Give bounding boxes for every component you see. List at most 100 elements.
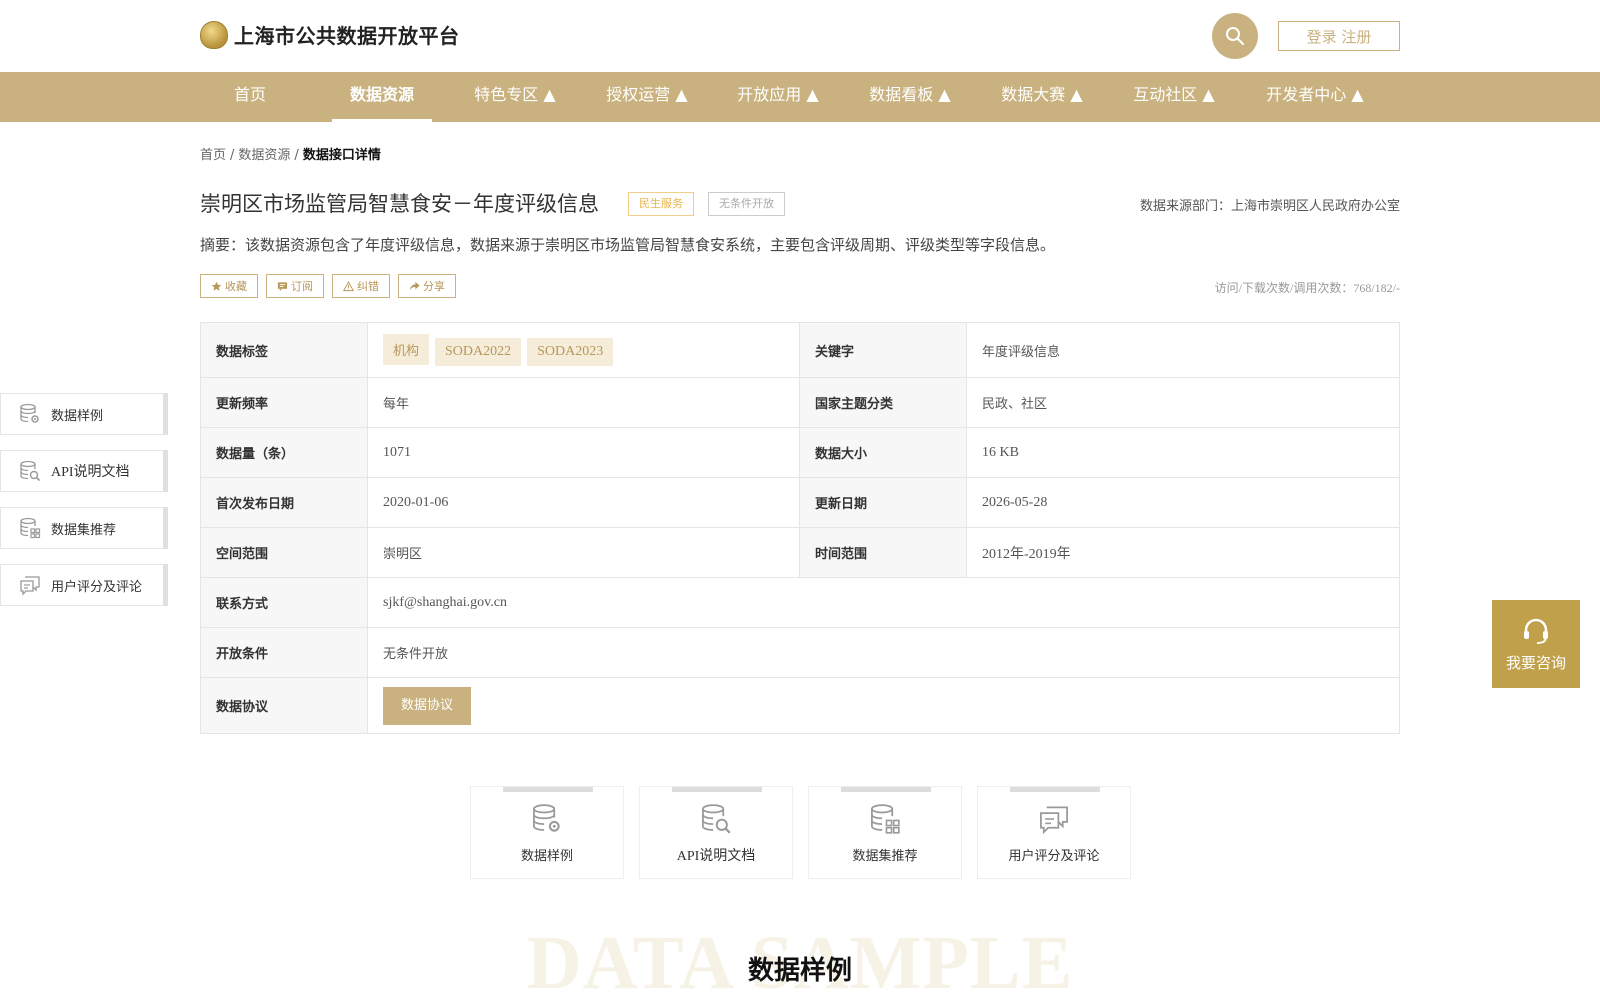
breadcrumb-separator: / — [230, 148, 235, 163]
nav-item-data-contest[interactable]: 数据大赛 ▲ — [992, 72, 1092, 122]
tag-chip[interactable]: SODA2022 — [435, 338, 522, 366]
share-label: 分享 — [423, 280, 445, 293]
nav-item-home[interactable]: 首页 — [222, 72, 278, 122]
agreement-button[interactable]: 数据协议 — [383, 686, 472, 725]
nav-item-community[interactable]: 互动社区 ▲ — [1124, 72, 1224, 122]
agreement-cell: 数据协议 — [367, 677, 1400, 734]
database-gear-icon — [533, 804, 560, 832]
keywords-value: 年度评级信息 — [966, 322, 1400, 378]
category-tag: 民生服务 — [628, 192, 694, 216]
share-button[interactable]: 分享 — [398, 274, 456, 298]
label-updated-date: 更新日期 — [799, 477, 967, 528]
table-row: 数据标签 机构 SODA2022 SODA2023 关键字 年度评级信息 — [200, 322, 1400, 378]
site-header: 上海市公共数据开放平台 登录 注册 — [0, 0, 1600, 72]
comments-icon — [20, 576, 40, 596]
database-grid-icon — [20, 517, 41, 539]
breadcrumb-current: 数据接口详情 — [302, 148, 381, 163]
favorite-button[interactable]: 收藏 — [200, 274, 258, 298]
nav-item-data-resources[interactable]: 数据资源 — [332, 72, 432, 122]
label-data-tags: 数据标签 — [200, 322, 368, 378]
summary-text: 摘要：该数据资源包含了年度评级信息，数据来源于崇明区市场监管局智慧食安系统，主要… — [200, 236, 1056, 254]
first-published-value: 2020-01-06 — [367, 477, 800, 528]
login-register-button[interactable]: 登录 注册 — [1278, 21, 1400, 51]
table-row: 首次发布日期 2020-01-06 更新日期 2026-05-28 — [200, 477, 1400, 528]
side-item-data-sample[interactable]: 数据样例 — [0, 393, 168, 435]
breadcrumb-resources[interactable]: 数据资源 — [238, 148, 290, 163]
label-time-range: 时间范围 — [799, 527, 967, 578]
headset-icon — [1524, 618, 1548, 644]
side-item-label: 数据样例 — [51, 408, 104, 424]
metadata-table: 数据标签 机构 SODA2022 SODA2023 关键字 年度评级信息 更新频率 … — [200, 322, 1400, 734]
database-grid-icon — [871, 804, 900, 834]
site-logo[interactable]: 上海市公共数据开放平台 — [200, 20, 460, 49]
report-error-button[interactable]: 纠错 — [332, 274, 390, 298]
nav-item-data-dashboard[interactable]: 数据看板 ▲ — [860, 72, 960, 122]
table-row: 数据协议 数据协议 — [200, 677, 1400, 734]
nav-item-developer-center[interactable]: 开发者中心 ▲ — [1256, 72, 1374, 122]
side-menu: 数据样例 API说明文档 数据集推荐 用户评分及评论 — [0, 393, 168, 621]
card-top-bar — [841, 787, 931, 792]
label-keywords: 关键字 — [799, 322, 967, 378]
open-condition-tag: 无条件开放 — [708, 192, 785, 216]
search-button[interactable] — [1212, 13, 1258, 59]
search-icon — [1226, 27, 1245, 46]
label-spatial-range: 空间范围 — [200, 527, 368, 578]
side-item-label: API说明文档 — [51, 465, 130, 480]
subscribe-label: 订阅 — [291, 280, 313, 293]
card-top-bar — [503, 787, 593, 792]
action-bar: 收藏 订阅 纠错 分享 — [200, 274, 456, 298]
site-title: 上海市公共数据开放平台 — [234, 24, 460, 48]
logo-emblem-icon — [200, 20, 228, 49]
side-item-label: 数据集推荐 — [51, 522, 117, 538]
breadcrumb-home[interactable]: 首页 — [200, 148, 226, 163]
data-size-value: 16 KB — [966, 427, 1400, 478]
contact-value: sjkf@shanghai.gov.cn — [367, 577, 1400, 628]
label-theme: 国家主题分类 — [799, 377, 967, 428]
open-condition-value: 无条件开放 — [367, 627, 1400, 678]
card-top-bar — [1010, 787, 1100, 792]
breadcrumb-separator: / — [294, 148, 299, 163]
label-frequency: 更新频率 — [200, 377, 368, 428]
main-nav: 首页 数据资源 特色专区 ▲ 授权运营 ▲ 开放应用 ▲ 数据看板 ▲ 数据大赛… — [0, 72, 1600, 122]
nav-item-open-apps[interactable]: 开放应用 ▲ — [728, 72, 828, 122]
side-item-ratings-comments[interactable]: 用户评分及评论 — [0, 564, 168, 606]
subscribe-button[interactable]: 订阅 — [266, 274, 324, 298]
table-row: 更新频率 每年 国家主题分类 民政、社区 — [200, 377, 1400, 428]
label-record-count: 数据量（条） — [200, 427, 368, 478]
tag-chip[interactable]: SODA2023 — [527, 338, 614, 366]
warning-icon — [343, 280, 354, 291]
card-label: 数据集推荐 — [852, 849, 918, 864]
label-data-size: 数据大小 — [799, 427, 967, 478]
time-range-value: 2012年-2019年 — [966, 527, 1400, 578]
label-first-published: 首次发布日期 — [200, 477, 368, 528]
page-title: 崇明区市场监管局智慧食安－年度评级信息 — [200, 192, 599, 216]
nav-item-authorized-operation[interactable]: 授权运营 ▲ — [597, 72, 697, 122]
card-api-docs[interactable]: API说明文档 — [639, 786, 793, 879]
table-row: 联系方式 sjkf@shanghai.gov.cn — [200, 577, 1400, 628]
source-department: 数据来源部门：上海市崇明区人民政府办公室 — [1139, 199, 1400, 214]
database-gear-icon — [20, 403, 39, 423]
share-icon — [409, 281, 420, 291]
card-data-sample[interactable]: 数据样例 — [470, 786, 624, 879]
label-agreement: 数据协议 — [200, 677, 368, 734]
nav-item-special-zone[interactable]: 特色专区 ▲ — [465, 72, 565, 122]
breadcrumb: 首页 / 数据资源 / 数据接口详情 — [200, 144, 381, 163]
data-tags-cell: 机构 SODA2022 SODA2023 — [367, 322, 800, 378]
card-label: 数据样例 — [520, 849, 573, 864]
subscribe-icon — [277, 281, 288, 291]
database-search-icon — [702, 804, 731, 834]
card-label: API说明文档 — [676, 849, 756, 864]
card-ratings-comments[interactable]: 用户评分及评论 — [977, 786, 1131, 879]
card-top-bar — [672, 787, 762, 792]
consult-button[interactable]: 我要咨询 — [1492, 600, 1580, 688]
card-dataset-recommend[interactable]: 数据集推荐 — [808, 786, 962, 879]
section-title: 数据样例 — [747, 956, 852, 986]
record-count-value: 1071 — [367, 427, 800, 478]
tag-chip[interactable]: 机构 — [383, 334, 430, 365]
side-item-api-docs[interactable]: API说明文档 — [0, 450, 168, 492]
database-search-icon — [20, 460, 41, 482]
side-item-label: 用户评分及评论 — [51, 579, 143, 595]
side-item-dataset-recommend[interactable]: 数据集推荐 — [0, 507, 168, 549]
section-cards: 数据样例 API说明文档 数据集推荐 用户评分及评论 — [470, 786, 1131, 879]
spatial-range-value: 崇明区 — [367, 527, 800, 578]
